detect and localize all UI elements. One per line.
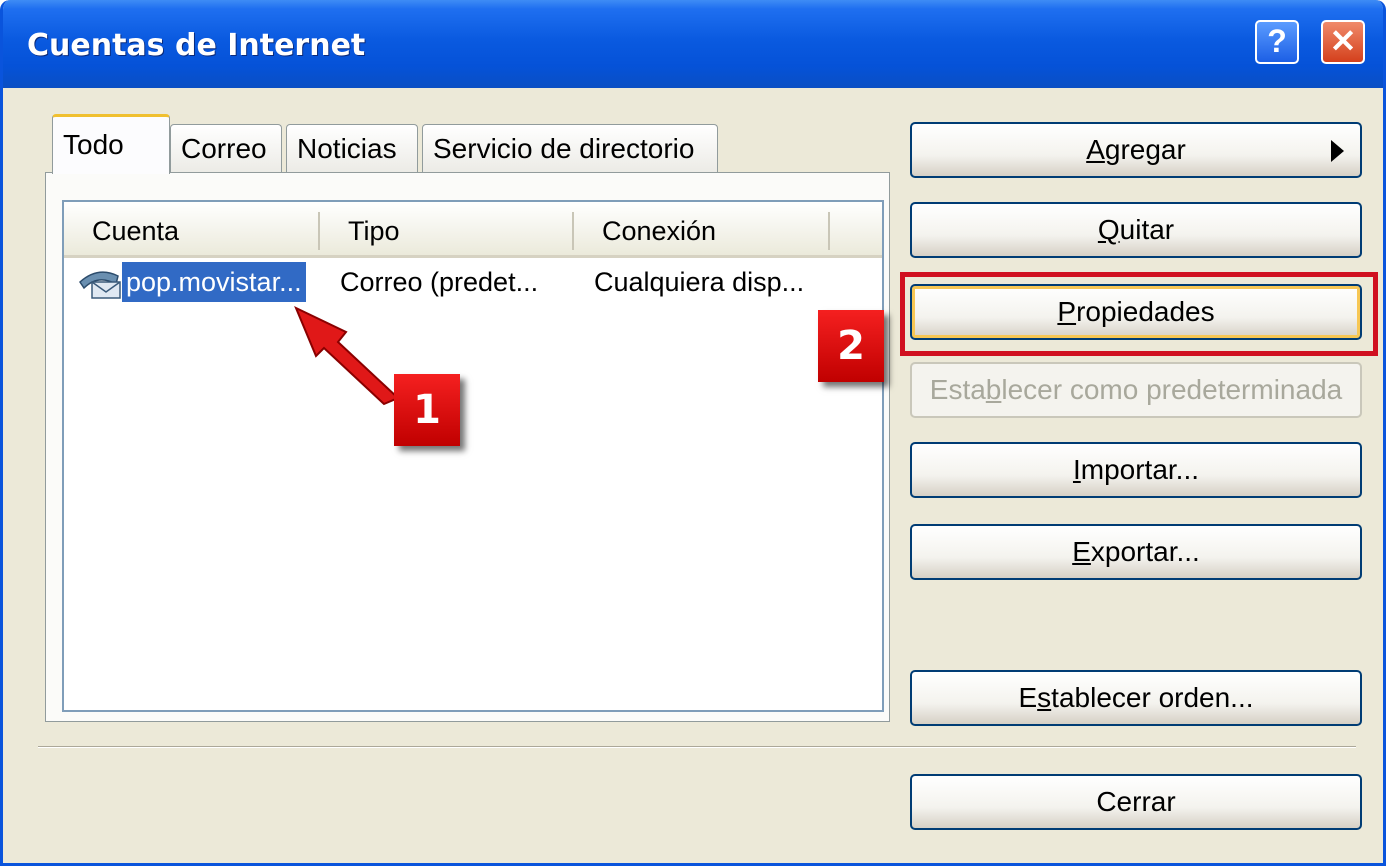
button-label: tablecer orden...	[1051, 682, 1254, 713]
window-title: Cuentas de Internet	[27, 28, 366, 63]
import-button[interactable]: Importar...	[910, 442, 1362, 498]
button-label: Cerrar	[1096, 786, 1176, 817]
tab-todo[interactable]: Todo	[52, 114, 170, 174]
column-label: Tipo	[348, 216, 400, 246]
account-connection-cell: Cualquiera disp...	[594, 267, 805, 297]
mail-account-icon	[76, 262, 124, 302]
access-key: E	[1072, 536, 1091, 567]
tab-label: Servicio de directorio	[433, 133, 695, 164]
access-key: b	[985, 374, 1002, 405]
title-bar[interactable]: Cuentas de Internet ? ✕	[3, 0, 1383, 88]
remove-button[interactable]: Quitar	[910, 202, 1362, 258]
button-label: lecer como predeterminada	[1001, 374, 1343, 405]
tab-correo[interactable]: Correo	[170, 124, 282, 172]
set-order-button[interactable]: Establecer orden...	[910, 670, 1362, 726]
button-label: gregar	[1104, 134, 1186, 165]
column-label: Cuenta	[92, 216, 180, 246]
button-label: Esta	[929, 374, 986, 405]
submenu-arrow-icon	[1331, 140, 1344, 162]
annotation-badge-1: 1	[394, 374, 460, 446]
help-icon: ?	[1267, 23, 1287, 59]
column-label: Conexión	[602, 216, 717, 246]
footer-divider	[38, 746, 1356, 748]
tab-servicio-de-directorio[interactable]: Servicio de directorio	[422, 124, 718, 172]
button-label: mportar...	[1080, 454, 1200, 485]
tab-label: Todo	[63, 129, 124, 160]
tab-noticias[interactable]: Noticias	[286, 124, 418, 172]
access-key: A	[1086, 134, 1105, 165]
button-label: uitar	[1119, 214, 1175, 245]
column-header-tipo[interactable]: Tipo	[320, 202, 574, 258]
tab-label: Noticias	[297, 133, 397, 164]
column-header-empty	[830, 202, 882, 258]
close-window-button[interactable]: ✕	[1321, 20, 1365, 64]
annotation-badge-2: 2	[818, 310, 884, 382]
tab-label: Correo	[181, 133, 267, 164]
properties-highlight	[900, 272, 1378, 356]
help-button[interactable]: ?	[1255, 20, 1299, 64]
access-key: s	[1037, 682, 1052, 713]
button-label: E	[1018, 682, 1038, 713]
set-default-button[interactable]: Establecer como predeterminada	[910, 362, 1362, 418]
accounts-list[interactable]: Cuenta Tipo Conexión pop.movistar... Cor…	[62, 200, 884, 712]
access-key: I	[1072, 454, 1081, 485]
access-key: Q	[1097, 214, 1120, 245]
column-header-conexion[interactable]: Conexión	[574, 202, 830, 258]
column-header-cuenta[interactable]: Cuenta	[64, 202, 320, 258]
export-button[interactable]: Exportar...	[910, 524, 1362, 580]
button-label: xportar...	[1090, 536, 1200, 567]
account-name-cell[interactable]: pop.movistar...	[122, 262, 306, 302]
add-button[interactable]: Agregar	[910, 122, 1362, 178]
table-row[interactable]: pop.movistar... Correo (predet... Cualqu…	[64, 262, 882, 302]
close-button[interactable]: Cerrar	[910, 774, 1362, 830]
close-icon: ✕	[1329, 23, 1357, 59]
